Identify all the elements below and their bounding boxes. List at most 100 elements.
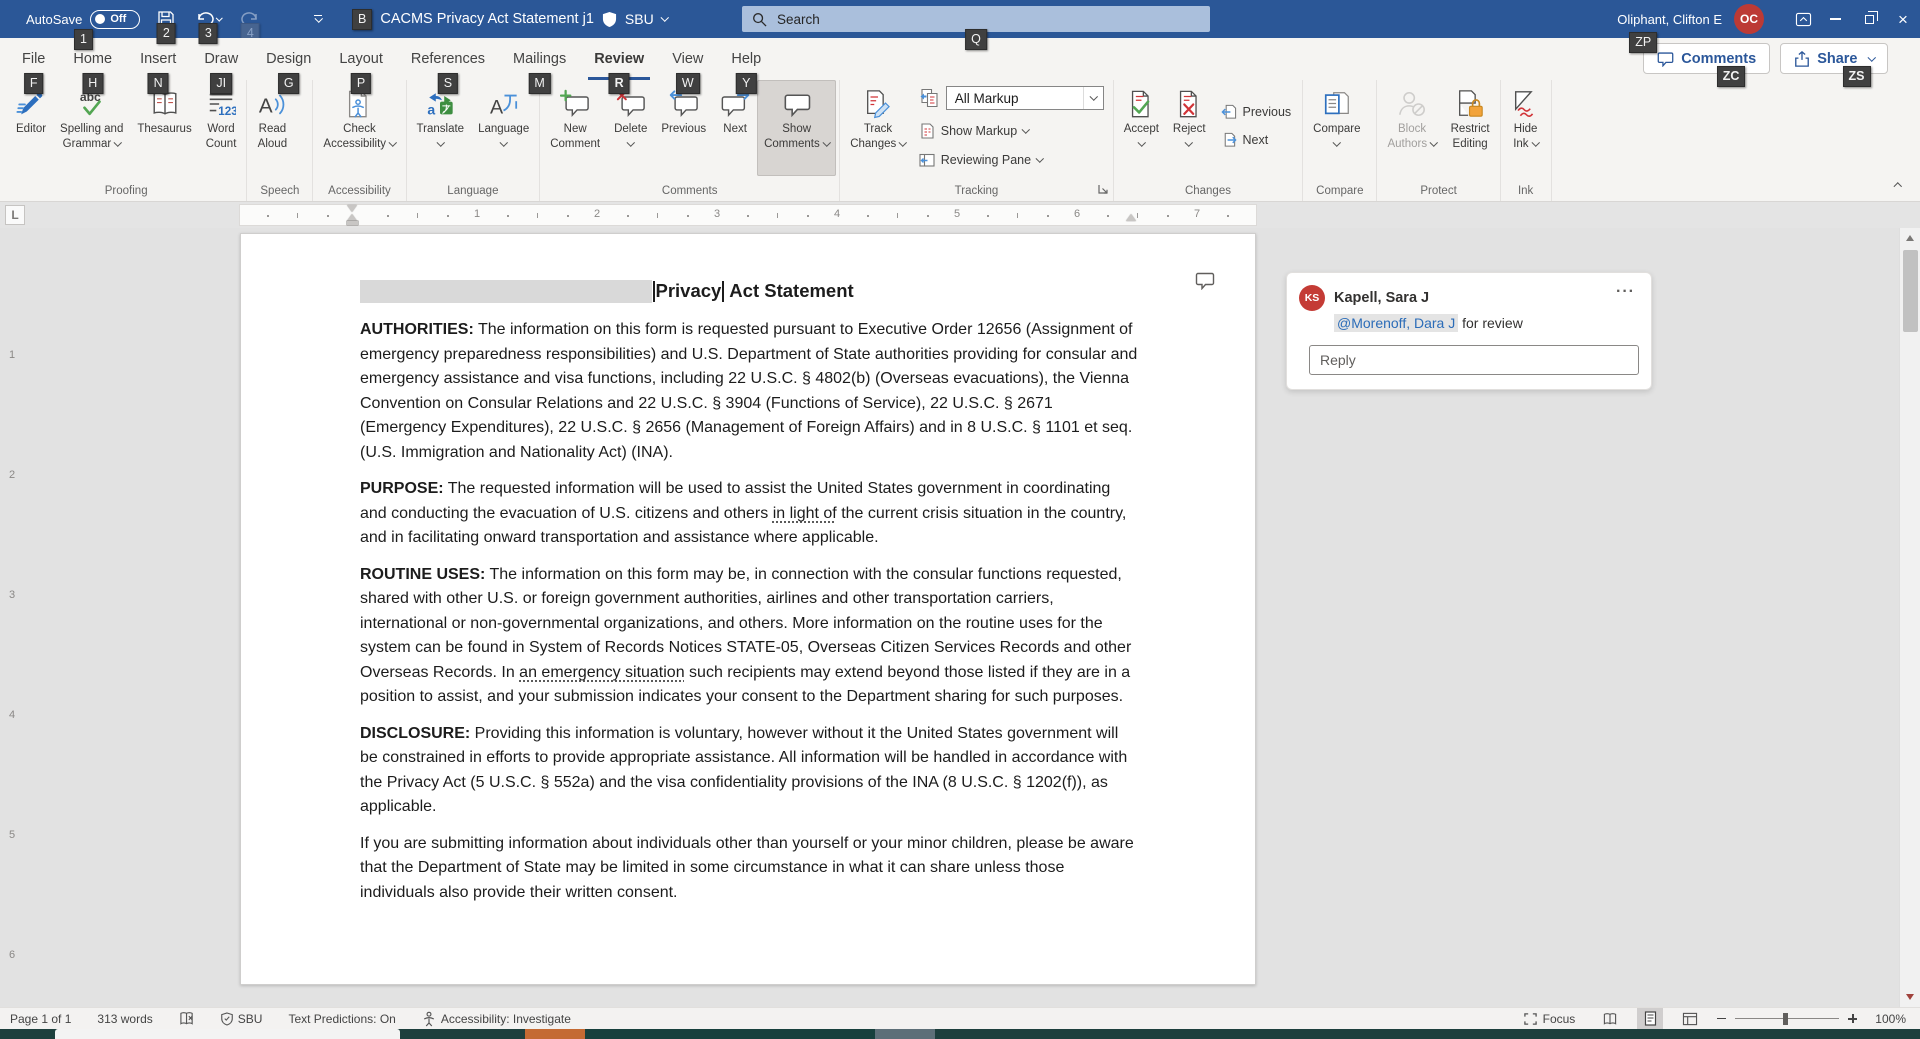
tab-selector[interactable]: L (5, 205, 25, 225)
zoom-out-button[interactable] (1717, 1018, 1726, 1020)
scrollbar-thumb[interactable] (1903, 250, 1918, 332)
reviewing-pane-button[interactable]: Reviewing Pane (919, 152, 1104, 168)
minimize-button[interactable] (1818, 0, 1852, 38)
horizontal-ruler[interactable]: 1234567 (240, 205, 1256, 225)
next-comment-button[interactable]: Next (713, 80, 757, 176)
zoom-level[interactable]: 100% (1875, 1012, 1906, 1026)
search-input[interactable] (777, 12, 1107, 27)
show-comments-button[interactable]: ShowComments (757, 80, 836, 176)
restrict-editing-button[interactable]: RestrictEditing (1444, 80, 1497, 176)
accept-button[interactable]: Accept (1117, 80, 1166, 176)
user-avatar[interactable]: OC (1734, 4, 1764, 34)
document-title[interactable]: CACMS Privacy Act Statement j1 (380, 11, 594, 27)
language-icon: A (489, 89, 519, 119)
scroll-down-icon[interactable] (1906, 994, 1914, 1000)
tab-view[interactable]: ViewW (658, 38, 717, 80)
text-predictions-status[interactable]: Text Predictions: On (288, 1012, 395, 1026)
tab-label: Mailings (513, 51, 566, 67)
comment-more-actions-icon[interactable]: ··· (1616, 283, 1635, 301)
comments-button[interactable]: Comments ZC (1643, 43, 1770, 74)
document-body[interactable]: Privacy Act Statement AUTHORITIES: The i… (360, 279, 1139, 917)
focus-mode-button[interactable]: Focus (1523, 1012, 1576, 1026)
button-label: Comment (550, 137, 600, 152)
search-box[interactable]: Q (742, 6, 1210, 32)
sensitivity-label[interactable]: SBU (625, 11, 654, 27)
qat-customize-button[interactable] (306, 4, 330, 34)
dialog-launcher-icon[interactable] (1097, 183, 1109, 198)
block-authors-button: BlockAuthors (1380, 80, 1443, 176)
hide-ink-button[interactable]: HideInk (1504, 80, 1548, 176)
sensitivity-status[interactable]: SBU (221, 1012, 263, 1026)
tab-insert[interactable]: InsertN (126, 38, 190, 80)
vertical-ruler[interactable]: 123456 (0, 228, 28, 1007)
sensitivity-dropdown-icon[interactable] (661, 14, 669, 22)
show-markup-button[interactable]: Show Markup (919, 123, 1104, 139)
delete-comment-button[interactable]: Delete (607, 80, 654, 176)
tab-review[interactable]: ReviewR (580, 38, 658, 80)
tab-design[interactable]: DesignG (252, 38, 325, 80)
button-label: Accept (1124, 122, 1159, 137)
close-button[interactable]: × (1886, 0, 1920, 38)
reject-button[interactable]: Reject (1166, 80, 1213, 176)
first-line-indent-marker[interactable] (347, 205, 357, 212)
comment-anchor-icon[interactable] (1195, 272, 1215, 293)
tab-file[interactable]: FileF (8, 38, 59, 80)
autosave-pill[interactable]: Off (90, 10, 140, 29)
tab-mailings[interactable]: MailingsM (499, 38, 580, 80)
web-layout-button[interactable] (1677, 1008, 1703, 1029)
vertical-scrollbar[interactable] (1899, 228, 1920, 1007)
previous-change-button[interactable]: Previous (1221, 104, 1292, 120)
button-label (1186, 137, 1192, 152)
tab-draw[interactable]: DrawJI (190, 38, 252, 80)
tab-help[interactable]: HelpY (717, 38, 775, 80)
tab-references[interactable]: ReferencesS (397, 38, 499, 80)
comment-reply-input[interactable] (1309, 345, 1639, 375)
read-mode-button[interactable] (1597, 1008, 1623, 1029)
previous-comment-button[interactable]: Previous (654, 80, 713, 176)
track-changes-button[interactable]: TrackChanges (843, 80, 913, 176)
undo-dropdown-icon[interactable] (216, 14, 222, 20)
share-button[interactable]: Share ZS (1780, 43, 1888, 74)
check-accessibility-button[interactable]: CheckAccessibility (316, 80, 402, 176)
print-layout-button[interactable] (1637, 1008, 1663, 1029)
undo-button[interactable]: 3 (192, 4, 224, 34)
document-page[interactable]: Privacy Act Statement AUTHORITIES: The i… (240, 233, 1256, 985)
new-comment-button[interactable]: NewComment (543, 80, 607, 176)
scroll-up-icon[interactable] (1906, 235, 1914, 241)
display-for-review-combobox[interactable]: All Markup (946, 86, 1104, 110)
nextchange-icon (1221, 132, 1237, 148)
zoom-in-button[interactable] (1848, 1014, 1857, 1023)
read-aloud-button[interactable]: AReadAloud (250, 80, 294, 176)
next-change-button[interactable]: Next (1221, 132, 1292, 148)
share-dropdown-icon[interactable] (1867, 53, 1875, 61)
autosave-toggle[interactable]: AutoSave Off 1 (26, 10, 140, 29)
comment-card[interactable]: KS Kapell, Sara J ··· @Morenoff, Dara J … (1286, 272, 1652, 390)
accessibility-status[interactable]: Accessibility: Investigate (422, 1011, 571, 1027)
collapse-ribbon-button[interactable] (1891, 173, 1905, 196)
word-count-indicator[interactable]: 313 words (97, 1012, 152, 1026)
save-button[interactable]: 2 (154, 4, 178, 34)
word-count-button[interactable]: 123WordCount (199, 80, 244, 176)
left-indent-marker[interactable] (347, 221, 358, 225)
user-name[interactable]: Oliphant, Clifton E (1617, 12, 1722, 27)
language-button[interactable]: ALanguage (471, 80, 536, 176)
spelling-and-grammar-button[interactable]: abcSpelling andGrammar (53, 80, 130, 176)
button-label (501, 137, 507, 152)
zoom-slider[interactable] (1735, 1018, 1839, 1020)
tab-layout[interactable]: LayoutP (325, 38, 397, 80)
translate-button[interactable]: aTranslate (410, 80, 472, 176)
blockauthors-icon (1397, 89, 1427, 119)
compare-button[interactable]: Compare (1306, 80, 1367, 176)
page-indicator[interactable]: Page 1 of 1 (10, 1012, 71, 1026)
hanging-indent-marker[interactable] (347, 214, 357, 221)
thesaurus-button[interactable]: Thesaurus (130, 80, 198, 176)
proofing-status-button[interactable] (179, 1011, 195, 1026)
editor-button[interactable]: Editor (9, 80, 53, 176)
ribbon-display-options-button[interactable] (1788, 0, 1818, 38)
right-indent-marker[interactable] (1126, 214, 1136, 221)
comment-mention[interactable]: @Morenoff, Dara J (1334, 314, 1458, 332)
zoom-slider-thumb[interactable] (1783, 1013, 1788, 1025)
restore-button[interactable] (1852, 0, 1886, 38)
ruler-inch-number: 7 (1194, 208, 1200, 220)
button-label: Editing (1453, 137, 1488, 152)
